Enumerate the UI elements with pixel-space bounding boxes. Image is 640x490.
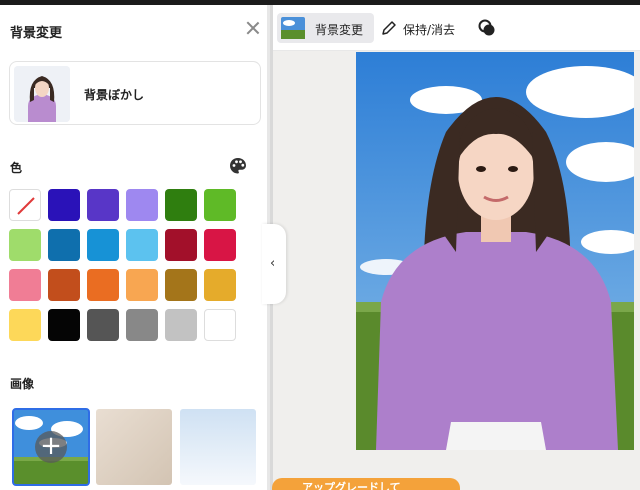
color-swatch-purple[interactable] (87, 189, 119, 221)
color-swatch-dark-gray[interactable] (87, 309, 119, 341)
color-swatch-light-gray[interactable] (165, 309, 197, 341)
image-section-label: 画像 (10, 377, 35, 391)
color-swatch-pink[interactable] (9, 269, 41, 301)
blur-thumbnail (14, 66, 70, 122)
toolbar: 背景変更 保持/消去 (273, 5, 640, 51)
light-sky-gradient-image (180, 409, 256, 485)
background-image-light-sky[interactable] (180, 409, 256, 485)
color-section-label: 色 (10, 161, 23, 175)
palette-icon[interactable] (229, 157, 247, 175)
color-swatch-rust[interactable] (48, 269, 80, 301)
keep-erase-label: 保持/消去 (403, 23, 456, 37)
background-blur-label: 背景ぼかし (84, 88, 145, 102)
color-swatch-ochre[interactable] (165, 269, 197, 301)
beige-gradient-image (96, 409, 172, 485)
color-swatch-green[interactable] (204, 189, 236, 221)
color-swatch-red[interactable] (204, 229, 236, 261)
panel-title: 背景変更 (10, 26, 63, 41)
upgrade-button[interactable]: アップグレードして (272, 478, 460, 490)
color-swatch-steel-blue[interactable] (48, 229, 80, 261)
upgrade-label: アップグレードして (302, 481, 401, 490)
color-swatch-orange[interactable] (87, 269, 119, 301)
edited-photo[interactable] (356, 52, 634, 450)
add-image-icon[interactable]: + (35, 431, 67, 463)
no-color-icon (17, 197, 35, 215)
color-swatch-blue[interactable] (87, 229, 119, 261)
color-swatch-dark-blue[interactable] (48, 189, 80, 221)
color-swatch-black[interactable] (48, 309, 80, 341)
chevron-left-icon: ‹ (270, 256, 276, 271)
change-background-button[interactable]: 背景変更 (277, 13, 374, 43)
change-background-label: 背景変更 (315, 23, 364, 37)
color-swatch-yellow[interactable] (9, 309, 41, 341)
color-swatch-white[interactable] (204, 309, 236, 341)
color-swatch-gold[interactable] (204, 269, 236, 301)
color-swatch-sky-blue[interactable] (126, 229, 158, 261)
keep-erase-button[interactable]: 保持/消去 (379, 13, 469, 43)
color-swatch-none[interactable] (9, 189, 41, 221)
portrait-photo (356, 52, 634, 450)
background-image-icon (281, 17, 305, 39)
color-swatch-dark-green[interactable] (165, 189, 197, 221)
pencil-icon (382, 21, 396, 35)
overlay-circles-icon[interactable] (478, 19, 496, 37)
color-swatch-light-green[interactable] (9, 229, 41, 261)
color-swatch-light-orange[interactable] (126, 269, 158, 301)
background-blur-option[interactable]: 背景ぼかし (9, 61, 261, 125)
collapse-panel-button[interactable]: ‹ (262, 224, 286, 304)
color-swatch-gray[interactable] (126, 309, 158, 341)
color-swatch-lavender[interactable] (126, 189, 158, 221)
close-button[interactable] (244, 19, 262, 37)
person-thumbnail-icon (14, 66, 70, 122)
background-image-beige[interactable] (96, 409, 172, 485)
background-image-sky-field[interactable]: + (12, 408, 90, 486)
color-swatch-dark-red[interactable] (165, 229, 197, 261)
background-panel: 背景変更 背景ぼかし 色 画像 + (0, 5, 270, 490)
